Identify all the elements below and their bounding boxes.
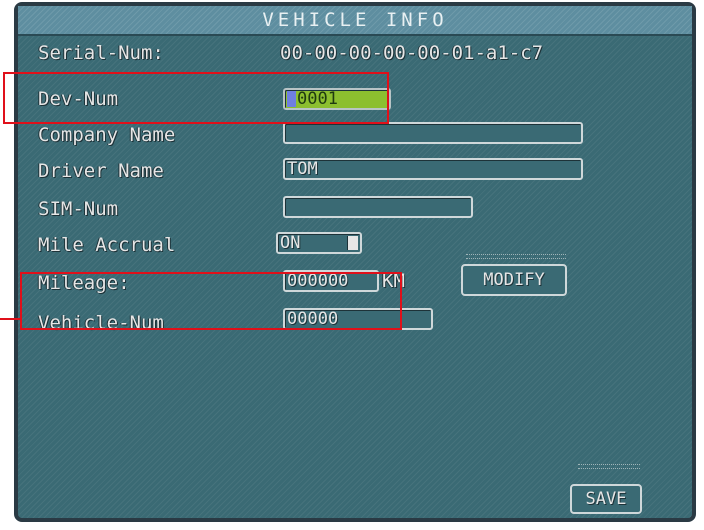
modify-button[interactable]: MODIFY [461, 264, 567, 296]
company-name-field[interactable] [283, 122, 583, 144]
dropdown-arrow-icon [347, 236, 358, 250]
company-name-label: Company Name [38, 124, 176, 146]
annotation-box-dev-num [3, 72, 389, 124]
save-button[interactable]: SAVE [570, 484, 642, 514]
annotation-pointer-line [0, 318, 20, 320]
serial-num-label: Serial-Num: [38, 42, 164, 64]
driver-name-label: Driver Name [38, 160, 164, 182]
mile-accrual-value: ON [280, 233, 301, 253]
driver-name-field[interactable]: TOM [283, 158, 583, 180]
modify-button-decoration [466, 254, 566, 259]
mile-accrual-label: Mile Accrual [38, 234, 176, 256]
save-button-decoration [578, 464, 640, 469]
sim-num-field[interactable] [283, 196, 473, 218]
mile-accrual-select[interactable]: ON [276, 232, 362, 254]
annotation-box-vehicle-num [20, 272, 402, 330]
serial-num-value: 00-00-00-00-00-01-a1-c7 [280, 42, 544, 64]
panel-title: VEHICLE INFO [18, 6, 692, 36]
sim-num-label: SIM-Num [38, 198, 119, 220]
